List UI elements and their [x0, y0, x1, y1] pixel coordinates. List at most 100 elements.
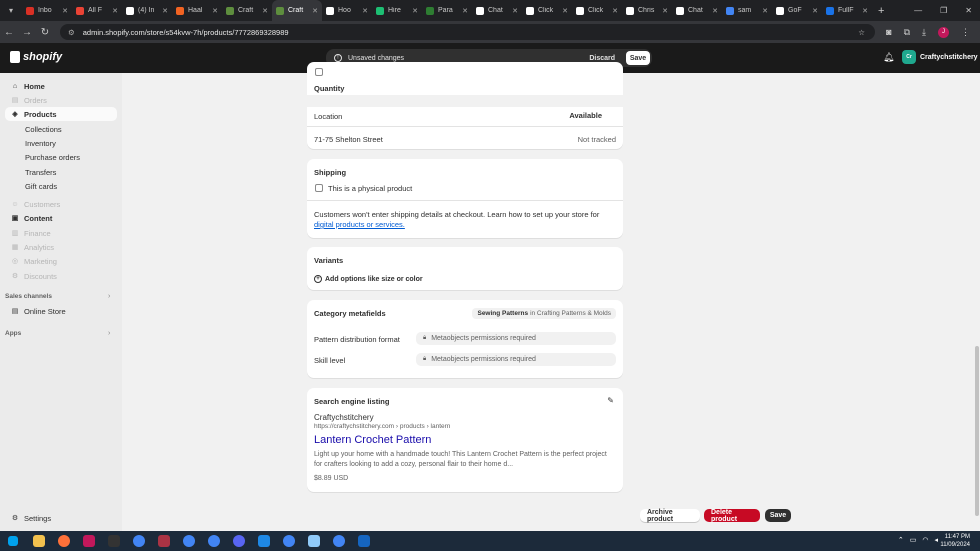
edit-pencil-icon[interactable]: ✎ [607, 396, 614, 405]
app-icon[interactable] [308, 535, 320, 547]
tab-close-icon[interactable]: ✕ [612, 7, 618, 15]
tab-close-icon[interactable]: ✕ [412, 7, 418, 15]
browser-tab[interactable]: sam ✕ [722, 0, 772, 21]
sales-channels-chevron-icon[interactable]: › [108, 293, 110, 300]
app-icon[interactable] [108, 535, 120, 547]
file-explorer-icon[interactable] [33, 535, 45, 547]
tab-close-icon[interactable]: ✕ [862, 7, 868, 15]
tab-close-icon[interactable]: ✕ [62, 7, 68, 15]
tab-close-icon[interactable]: ✕ [712, 7, 718, 15]
apps-heading[interactable]: Apps [5, 330, 21, 337]
metafield-value-field[interactable]: 🔒︎ Metaobjects permissions required [416, 353, 616, 366]
digital-products-link[interactable]: digital products or services. [314, 220, 405, 229]
extensions-icon[interactable]: ⧉ [904, 27, 910, 38]
browser-tab[interactable]: (4) In ✕ [122, 0, 172, 21]
sidebar-item-transfers[interactable]: Transfers [5, 165, 117, 179]
physical-product-checkbox[interactable] [315, 184, 323, 192]
tab-close-icon[interactable]: ✕ [762, 7, 768, 15]
browser-tab[interactable]: Chat ✕ [672, 0, 722, 21]
app-icon[interactable] [83, 535, 95, 547]
tab-close-icon[interactable]: ✕ [162, 7, 168, 15]
network-icon[interactable]: ▭ [910, 536, 917, 544]
browser-tab[interactable]: Craft ✕ [272, 0, 322, 21]
back-icon[interactable]: ← [0, 27, 18, 38]
minimize-icon[interactable]: — [914, 6, 922, 15]
sidebar-item-customers[interactable]: ☺ Customers [5, 197, 117, 211]
system-clock[interactable]: 11:47 PM 11/09/2024 [940, 533, 970, 549]
store-menu[interactable]: Cr Craftychstitchery [902, 50, 978, 64]
windows-start-icon[interactable] [8, 536, 18, 546]
browser-tab[interactable]: FullF ✕ [822, 0, 872, 21]
sidebar-item-discounts[interactable]: ⚙ Discounts [5, 269, 117, 283]
metafield-value-field[interactable]: 🔒︎ Metaobjects permissions required [416, 332, 616, 345]
sidebar-item-gift-cards[interactable]: Gift cards [5, 179, 117, 193]
restore-icon[interactable]: ❐ [940, 6, 947, 15]
chrome-icon[interactable] [208, 535, 220, 547]
sidebar-item-analytics[interactable]: ▦ Analytics [5, 240, 117, 254]
chrome-icon[interactable] [333, 535, 345, 547]
browser-tab[interactable]: Chris ✕ [622, 0, 672, 21]
sidebar-item-home[interactable]: ⌂ Home [5, 79, 117, 93]
tab-close-icon[interactable]: ✕ [312, 7, 318, 15]
browser-tab[interactable]: All F ✕ [72, 0, 122, 21]
track-quantity-checkbox[interactable] [315, 68, 323, 76]
app-icon[interactable] [258, 535, 270, 547]
save-button-top[interactable]: Save [626, 51, 650, 65]
chrome-icon[interactable] [183, 535, 195, 547]
app-icon[interactable] [158, 535, 170, 547]
archive-product-button[interactable]: Archive product [640, 509, 700, 523]
browser-menu-icon[interactable]: ⋮ [961, 27, 970, 38]
browser-tab[interactable]: Haal ✕ [172, 0, 222, 21]
wifi-icon[interactable]: ◠ [922, 536, 928, 544]
browser-tab[interactable]: Para ✕ [422, 0, 472, 21]
browser-tab[interactable]: Chat ✕ [472, 0, 522, 21]
chrome-icon[interactable] [283, 535, 295, 547]
sidebar-item-collections[interactable]: Collections [5, 122, 117, 136]
sidebar-item-purchase-orders[interactable]: Purchase orders [5, 150, 117, 164]
tab-close-icon[interactable]: ✕ [112, 7, 118, 15]
close-window-icon[interactable]: ✕ [965, 6, 972, 15]
url-field[interactable]: ⚙ admin.shopify.com/store/s54kvw-7h/prod… [60, 24, 875, 40]
volume-icon[interactable]: ◂ [934, 536, 938, 544]
save-button[interactable]: Save [765, 509, 791, 522]
browser-tab[interactable]: GoF ✕ [772, 0, 822, 21]
sidebar-item-online-store[interactable]: ▤ Online Store [5, 304, 117, 318]
tab-close-icon[interactable]: ✕ [262, 7, 268, 15]
tab-search-icon[interactable]: ▾ [4, 4, 18, 18]
download-icon[interactable]: ⤓ [922, 27, 926, 38]
forward-icon[interactable]: → [18, 27, 36, 38]
notifications-bell-icon[interactable]: 🔔︎ [883, 52, 894, 63]
tab-close-icon[interactable]: ✕ [512, 7, 518, 15]
tab-close-icon[interactable]: ✕ [462, 7, 468, 15]
bookmark-star-icon[interactable]: ☆ [858, 28, 865, 37]
sidebar-item-orders[interactable]: ▤ Orders [5, 93, 117, 107]
browser-tab[interactable]: Craft ✕ [222, 0, 272, 21]
sidebar-item-products[interactable]: ◈ Products [5, 107, 117, 121]
tab-close-icon[interactable]: ✕ [362, 7, 368, 15]
new-tab-icon[interactable]: + [878, 5, 884, 17]
browser-tab[interactable]: Click ✕ [522, 0, 572, 21]
tab-close-icon[interactable]: ✕ [212, 7, 218, 15]
browser-tab[interactable]: Inbo ✕ [22, 0, 72, 21]
firefox-icon[interactable] [58, 535, 70, 547]
app-icon[interactable] [358, 535, 370, 547]
sidebar-item-settings[interactable]: ⚙ Settings [5, 511, 117, 525]
delete-product-button[interactable]: Delete product [704, 509, 760, 523]
discord-icon[interactable] [233, 535, 245, 547]
tab-close-icon[interactable]: ✕ [812, 7, 818, 15]
browser-tab[interactable]: Click ✕ [572, 0, 622, 21]
tab-close-icon[interactable]: ✕ [662, 7, 668, 15]
page-scrollbar[interactable] [975, 346, 979, 516]
tab-close-icon[interactable]: ✕ [562, 7, 568, 15]
sidebar-item-finance[interactable]: ▥ Finance [5, 226, 117, 240]
sidebar-item-content[interactable]: ▣ Content [5, 211, 117, 225]
shopify-logo[interactable]: shopify [10, 51, 62, 63]
apps-chevron-icon[interactable]: › [108, 330, 110, 337]
reload-icon[interactable]: ↻ [36, 27, 54, 38]
browser-tab[interactable]: Hoo ✕ [322, 0, 372, 21]
camera-icon[interactable]: ◙ [886, 27, 891, 37]
chrome-icon[interactable] [133, 535, 145, 547]
sidebar-item-inventory[interactable]: Inventory [5, 136, 117, 150]
sidebar-item-marketing[interactable]: ◎ Marketing [5, 254, 117, 268]
chevron-up-icon[interactable]: ⌃ [898, 536, 904, 544]
